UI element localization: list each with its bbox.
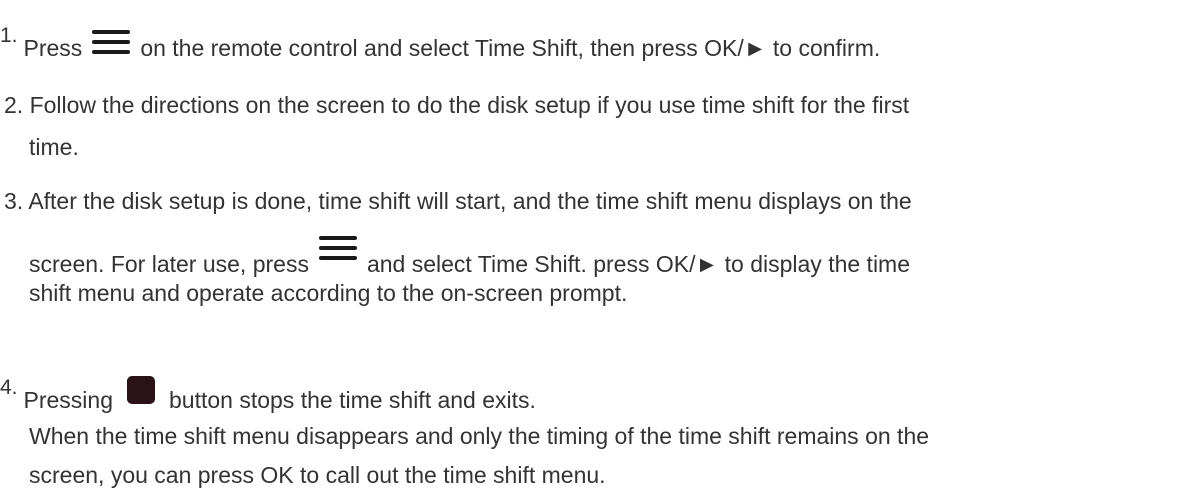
step-4-note-line2: screen, you can press OK to call out the…: [29, 460, 606, 490]
step-4-text-before: Pressing: [23, 387, 113, 413]
step-2-text-line2: time.: [29, 134, 79, 160]
step-1: 1. Press on the remote control and select…: [0, 24, 881, 65]
menu-icon: [92, 30, 131, 58]
stop-icon: [127, 376, 155, 404]
menu-icon: [318, 236, 357, 264]
step-3-line2: screen. For later use, press and select …: [29, 236, 910, 279]
step-3-text-line2-before: screen. For later use, press: [29, 251, 309, 277]
step-1-text-before: Press: [23, 35, 83, 61]
step-3-number: 3.: [4, 188, 24, 214]
step-4-note-line1: When the time shift menu disappears and …: [29, 421, 929, 451]
step-2-text-line1: Follow the directions on the screen to d…: [29, 92, 910, 118]
step-2-cont: time.: [29, 132, 79, 162]
step-3-text-line1: After the disk setup is done, time shift…: [28, 188, 912, 214]
step-4-text-after: button stops the time shift and exits.: [169, 387, 536, 413]
step-2-number: 2.: [4, 92, 24, 118]
step-4-note-text-line2: screen, you can press OK to call out the…: [29, 462, 606, 488]
step-3-text-line3: shift menu and operate according to the …: [29, 280, 628, 306]
step-3: 3. After the disk setup is done, time sh…: [4, 186, 912, 216]
step-1-text-after: on the remote control and select Time Sh…: [140, 35, 881, 61]
step-3-text-line2-after: and select Time Shift. press OK/► to dis…: [366, 251, 911, 277]
step-2: 2. Follow the directions on the screen t…: [4, 90, 909, 120]
step-1-number: 1.: [0, 24, 18, 47]
step-4-note-text-line1: When the time shift menu disappears and …: [29, 423, 930, 449]
step-3-line3: shift menu and operate according to the …: [29, 278, 627, 308]
step-4: 4. Pressing button stops the time shift a…: [0, 376, 536, 417]
step-4-number: 4.: [0, 376, 18, 399]
